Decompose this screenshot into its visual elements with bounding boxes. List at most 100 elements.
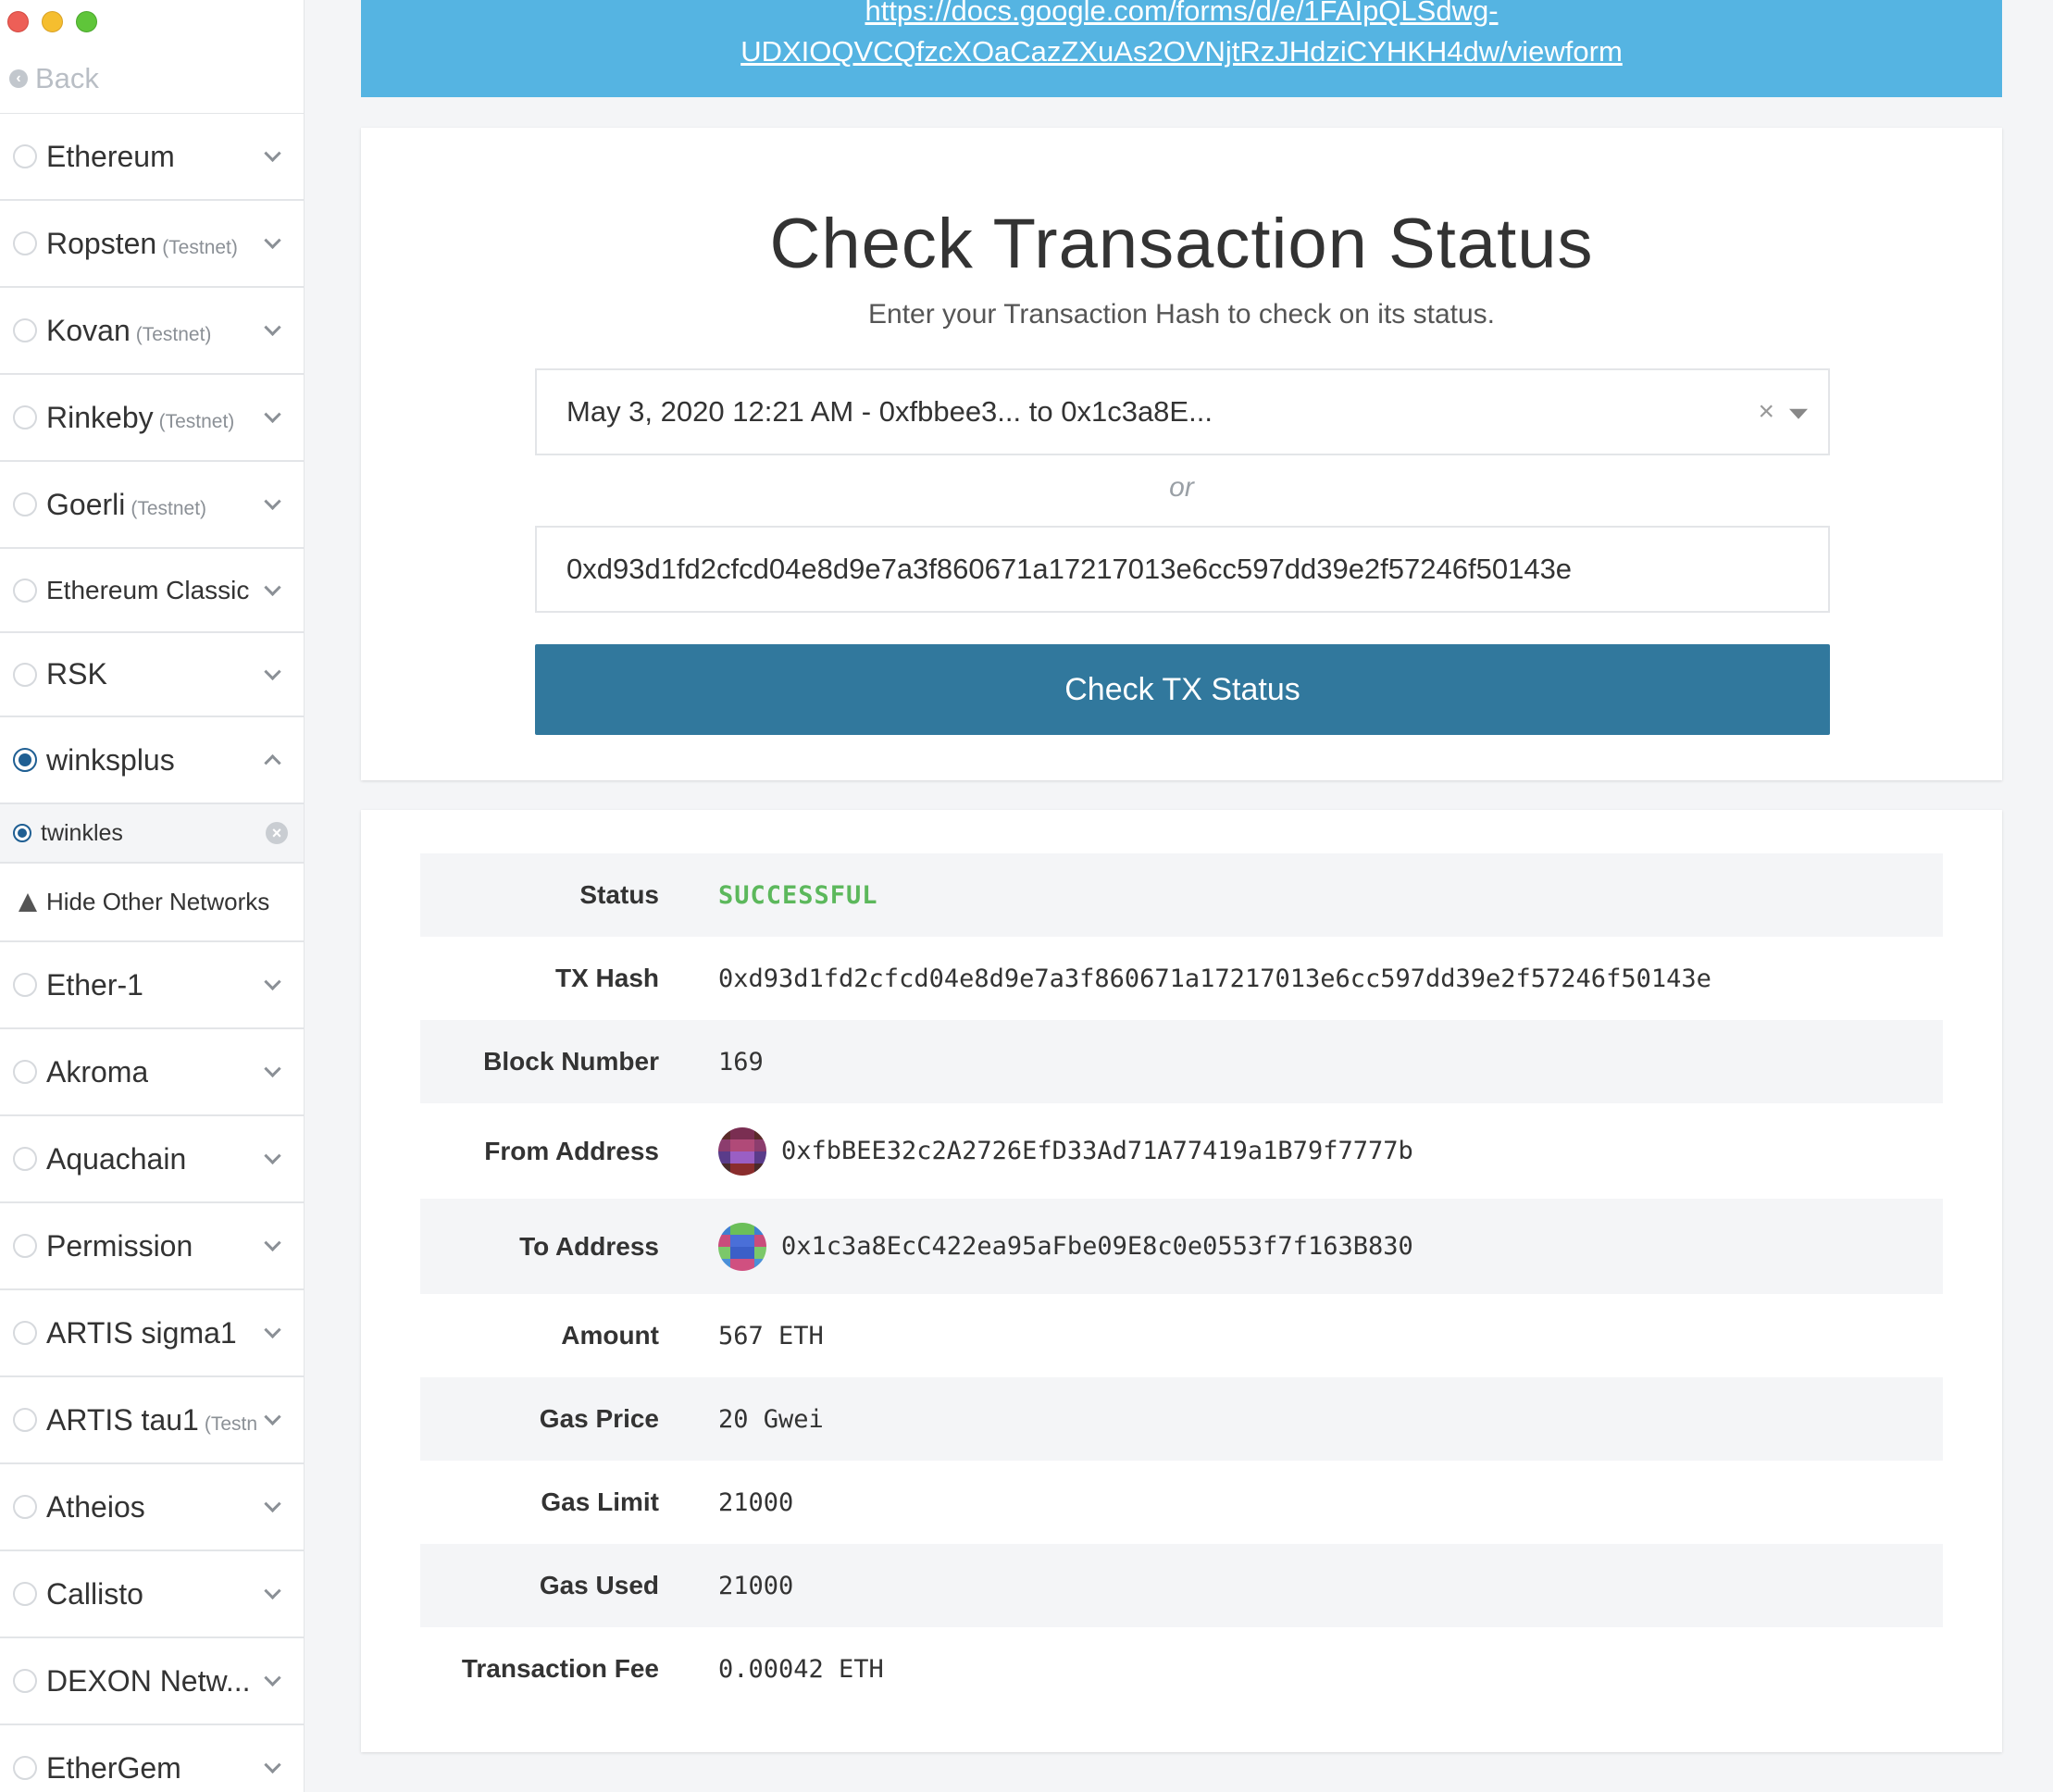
back-button[interactable]: ‹ Back: [9, 56, 296, 102]
remove-circle-icon[interactable]: ×: [266, 822, 288, 844]
chevron-down-icon[interactable]: [264, 1321, 281, 1338]
row-label: Gas Used: [539, 1571, 659, 1599]
window-controls: [7, 11, 97, 32]
network-item-ethergem[interactable]: EtherGem: [0, 1725, 304, 1792]
survey-link[interactable]: https://docs.google.com/forms/d/e/1FAIpQ…: [361, 0, 2002, 31]
table-row-status: Status SUCCESSFUL: [420, 853, 1943, 937]
network-item-ropsten[interactable]: Ropsten (Testnet): [0, 201, 304, 288]
table-row-gas-used: Gas Used 21000: [420, 1544, 1943, 1627]
network-item-ether-1[interactable]: Ether-1: [0, 942, 304, 1029]
network-item-callisto[interactable]: Callisto: [0, 1551, 304, 1638]
network-name: Aquachain: [46, 1141, 187, 1176]
radio-icon: [13, 231, 37, 255]
survey-link-continued[interactable]: UDXIOQVCQfzcXOaCazZXuAs2OVNjtRzJHdziCYHK…: [361, 31, 2002, 72]
row-label: Gas Price: [539, 1404, 659, 1433]
network-name: Akroma: [46, 1054, 149, 1089]
chevron-down-icon[interactable]: [264, 973, 281, 990]
chevron-down-icon[interactable]: [264, 1234, 281, 1251]
network-sidebar: ‹ Back Ethereum Ropsten (Testnet) Kovan (T…: [0, 0, 305, 1792]
radio-icon: [13, 578, 37, 603]
table-row-gas-limit: Gas Limit 21000: [420, 1461, 1943, 1544]
network-item-winksplus[interactable]: winksplus: [0, 717, 304, 804]
network-name: Rinkeby: [46, 400, 154, 434]
chevron-down-icon[interactable]: [264, 1060, 281, 1077]
chevron-down-icon[interactable]: [264, 1756, 281, 1773]
radio-icon: [13, 1495, 37, 1519]
network-name: DEXON Netw...: [46, 1663, 251, 1698]
network-name: Callisto: [46, 1576, 143, 1611]
chevron-down-icon[interactable]: [264, 579, 281, 596]
network-item-rsk[interactable]: RSK: [0, 633, 304, 717]
zoom-window-button[interactable]: [76, 11, 97, 32]
testnet-tag: (Testnet): [158, 410, 235, 432]
check-tx-status-button[interactable]: Check TX Status: [535, 644, 1830, 735]
minimize-window-button[interactable]: [42, 11, 63, 32]
radio-selected-icon: [13, 748, 37, 772]
chevron-down-icon[interactable]: [264, 1582, 281, 1599]
table-row-from-address: From Address 0xfbBEE32c2A2726EfD33Ad71A7…: [420, 1103, 1943, 1199]
network-item-permission[interactable]: Permission: [0, 1203, 304, 1290]
chevron-down-icon[interactable]: [264, 144, 281, 162]
chevron-down-icon[interactable]: [264, 1669, 281, 1686]
network-item-goerli[interactable]: Goerli (Testnet): [0, 462, 304, 549]
radio-icon: [13, 662, 37, 687]
network-item-artis-tau1[interactable]: ARTIS tau1 (Testn: [0, 1377, 304, 1464]
network-item-artis-sigma1[interactable]: ARTIS sigma1: [0, 1290, 304, 1377]
testnet-tag: (Testnet): [162, 236, 238, 258]
testnet-tag: (Testnet): [131, 497, 207, 519]
network-item-aquachain[interactable]: Aquachain: [0, 1116, 304, 1203]
network-name: RSK: [46, 657, 107, 691]
radio-icon: [13, 973, 37, 997]
from-address-value: 0xfbBEE32c2A2726EfD33Ad71A77419a1B79f777…: [781, 1137, 1413, 1165]
chevron-down-icon[interactable]: [264, 1408, 281, 1425]
network-item-akroma[interactable]: Akroma: [0, 1029, 304, 1116]
node-item-twinkles[interactable]: twinkles ×: [0, 804, 304, 864]
radio-icon: [13, 1408, 37, 1432]
hide-other-networks-button[interactable]: Hide Other Networks: [0, 864, 304, 942]
network-list: Ethereum Ropsten (Testnet) Kovan (Testnet)…: [0, 114, 304, 1792]
network-name: ARTIS sigma1: [46, 1315, 237, 1350]
table-row-transaction-fee: Transaction Fee 0.00042 ETH: [420, 1627, 1943, 1711]
network-name: Kovan: [46, 313, 131, 347]
table-row-gas-price: Gas Price 20 Gwei: [420, 1377, 1943, 1461]
radio-icon: [13, 492, 37, 516]
transaction-fee-value: 0.00042 ETH: [718, 1654, 884, 1684]
row-label: From Address: [484, 1136, 659, 1165]
chevron-up-icon[interactable]: [264, 754, 281, 772]
row-label: To Address: [519, 1231, 659, 1261]
row-label: Transaction Fee: [461, 1654, 659, 1683]
tx-hash-input-value: 0xd93d1fd2cfcd04e8d9e7a3f860671a17217013…: [566, 553, 1573, 585]
network-item-kovan[interactable]: Kovan (Testnet): [0, 288, 304, 375]
close-window-button[interactable]: [7, 11, 29, 32]
clear-icon[interactable]: ×: [1758, 396, 1774, 428]
network-name: Permission: [46, 1228, 193, 1263]
network-item-dexon[interactable]: DEXON Netw...: [0, 1638, 304, 1725]
gas-used-value: 21000: [718, 1571, 794, 1600]
network-item-rinkeby[interactable]: Rinkeby (Testnet): [0, 375, 304, 462]
chevron-down-icon[interactable]: [264, 1495, 281, 1512]
row-label: Amount: [561, 1321, 659, 1350]
recent-tx-select[interactable]: May 3, 2020 12:21 AM - 0xfbbee3... to 0x…: [535, 368, 1830, 455]
identicon-icon: [718, 1222, 766, 1271]
dropdown-caret-icon[interactable]: [1789, 408, 1808, 419]
amount-value: 567 ETH: [718, 1321, 824, 1350]
network-name: Goerli: [46, 487, 126, 521]
network-item-atheios[interactable]: Atheios: [0, 1464, 304, 1551]
gas-limit-value: 21000: [718, 1487, 794, 1517]
chevron-down-icon[interactable]: [264, 1147, 281, 1164]
chevron-down-icon[interactable]: [264, 492, 281, 510]
chevron-down-icon[interactable]: [264, 663, 281, 680]
network-item-ethereum[interactable]: Ethereum: [0, 114, 304, 201]
radio-icon: [13, 1756, 37, 1780]
chevron-down-icon[interactable]: [264, 318, 281, 336]
radio-icon: [13, 405, 37, 429]
tx-hash-input[interactable]: 0xd93d1fd2cfcd04e8d9e7a3f860671a17217013…: [535, 526, 1830, 613]
network-name: Ethereum: [46, 139, 175, 173]
hide-other-networks-label: Hide Other Networks: [46, 888, 270, 915]
chevron-down-icon[interactable]: [264, 231, 281, 249]
tx-hash-value: 0xd93d1fd2cfcd04e8d9e7a3f860671a17217013…: [718, 964, 1711, 993]
back-label: Back: [35, 62, 99, 94]
chevron-down-icon[interactable]: [264, 405, 281, 423]
network-name: Ether-1: [46, 967, 143, 1002]
network-item-ethereum-classic[interactable]: Ethereum Classic: [0, 549, 304, 633]
